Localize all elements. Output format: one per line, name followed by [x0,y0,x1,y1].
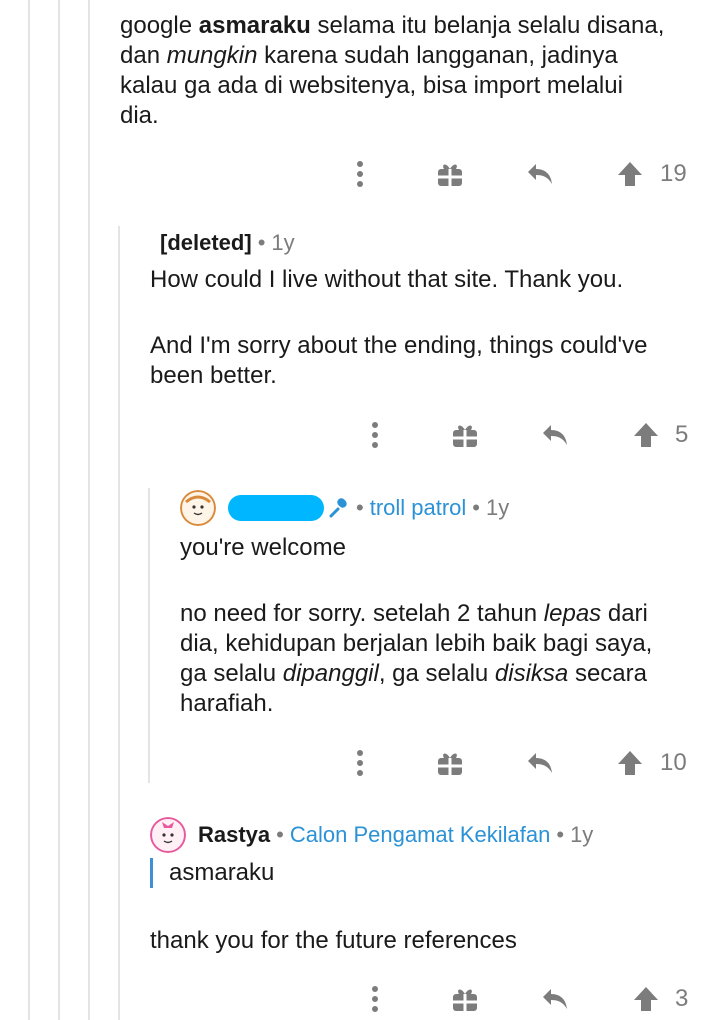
comment-age: 1y [271,230,295,255]
more-vertical-icon [357,750,363,776]
more-options-button[interactable] [355,415,395,455]
thread-line[interactable] [88,0,90,1020]
give-award-button[interactable] [430,154,470,194]
separator-dot: • [276,822,284,847]
comment-body: google asmaraku selama itu belanja selal… [120,12,665,129]
comment-age: 1y [486,495,510,520]
separator-dot: • [356,495,364,520]
upvote-button[interactable] [628,415,664,455]
reply-arrow-icon [528,164,552,184]
gift-award-icon [453,989,477,1011]
comment-actions: 5 [0,415,720,455]
separator-dot: • [472,495,480,520]
give-award-button[interactable] [445,415,485,455]
comment-meta: [deleted] • 1y [160,225,295,261]
comment-meta: • troll patrol • 1y [180,490,509,526]
reply-button[interactable] [520,743,560,783]
vote-score: 10 [660,749,687,776]
comment-body: How could I live without that site. Than… [150,266,648,389]
gift-award-icon [438,753,462,775]
separator-dot: • [257,230,266,255]
more-vertical-icon [372,422,378,448]
comment-actions: 10 [0,743,720,783]
more-vertical-icon [357,161,363,187]
mic-icon [329,498,347,518]
reply-arrow-icon [543,989,567,1009]
upvote-button[interactable] [628,979,664,1019]
reply-button[interactable] [520,154,560,194]
vote-score: 3 [675,985,689,1012]
comment-body: thank you for the future references [150,927,517,954]
gift-award-icon [438,164,462,186]
more-options-button[interactable] [340,154,380,194]
more-vertical-icon [372,986,378,1012]
user-flair: Calon Pengamat Kekilafan [289,822,551,847]
gift-award-icon [453,425,477,447]
comment-body: you're welcome no need for sorry. setela… [180,534,653,717]
comment-meta: Rastya • Calon Pengamat Kekilafan • 1y [150,817,593,853]
reply-arrow-icon [543,425,567,445]
redacted-username[interactable] [228,495,324,521]
reply-button[interactable] [535,415,575,455]
vote-score: 5 [675,421,689,448]
upvote-arrow-icon [618,751,642,775]
avatar[interactable] [150,817,186,853]
upvote-arrow-icon [634,423,658,447]
vote-score: 19 [660,160,687,187]
comment-actions: 3 [0,979,720,1019]
author-name[interactable]: Rastya [198,822,270,848]
thread-line[interactable] [28,0,30,1020]
more-options-button[interactable] [355,979,395,1019]
separator-dot: • [556,822,565,847]
blockquote: asmaraku [150,858,274,888]
avatar[interactable] [180,490,216,526]
comment-age: 1y [570,822,594,847]
give-award-button[interactable] [445,979,485,1019]
upvote-button[interactable] [612,743,648,783]
user-flair: troll patrol [369,495,467,520]
thread-line[interactable] [118,226,120,1020]
author-name[interactable]: [deleted] [160,230,252,256]
thread-line[interactable] [58,0,60,1020]
thread-line[interactable] [148,488,150,783]
reply-arrow-icon [528,753,552,773]
upvote-arrow-icon [634,987,658,1011]
reply-button[interactable] [535,979,575,1019]
upvote-button[interactable] [612,154,648,194]
upvote-arrow-icon [618,162,642,186]
more-options-button[interactable] [340,743,380,783]
comment-actions: 19 [0,154,720,194]
give-award-button[interactable] [430,743,470,783]
